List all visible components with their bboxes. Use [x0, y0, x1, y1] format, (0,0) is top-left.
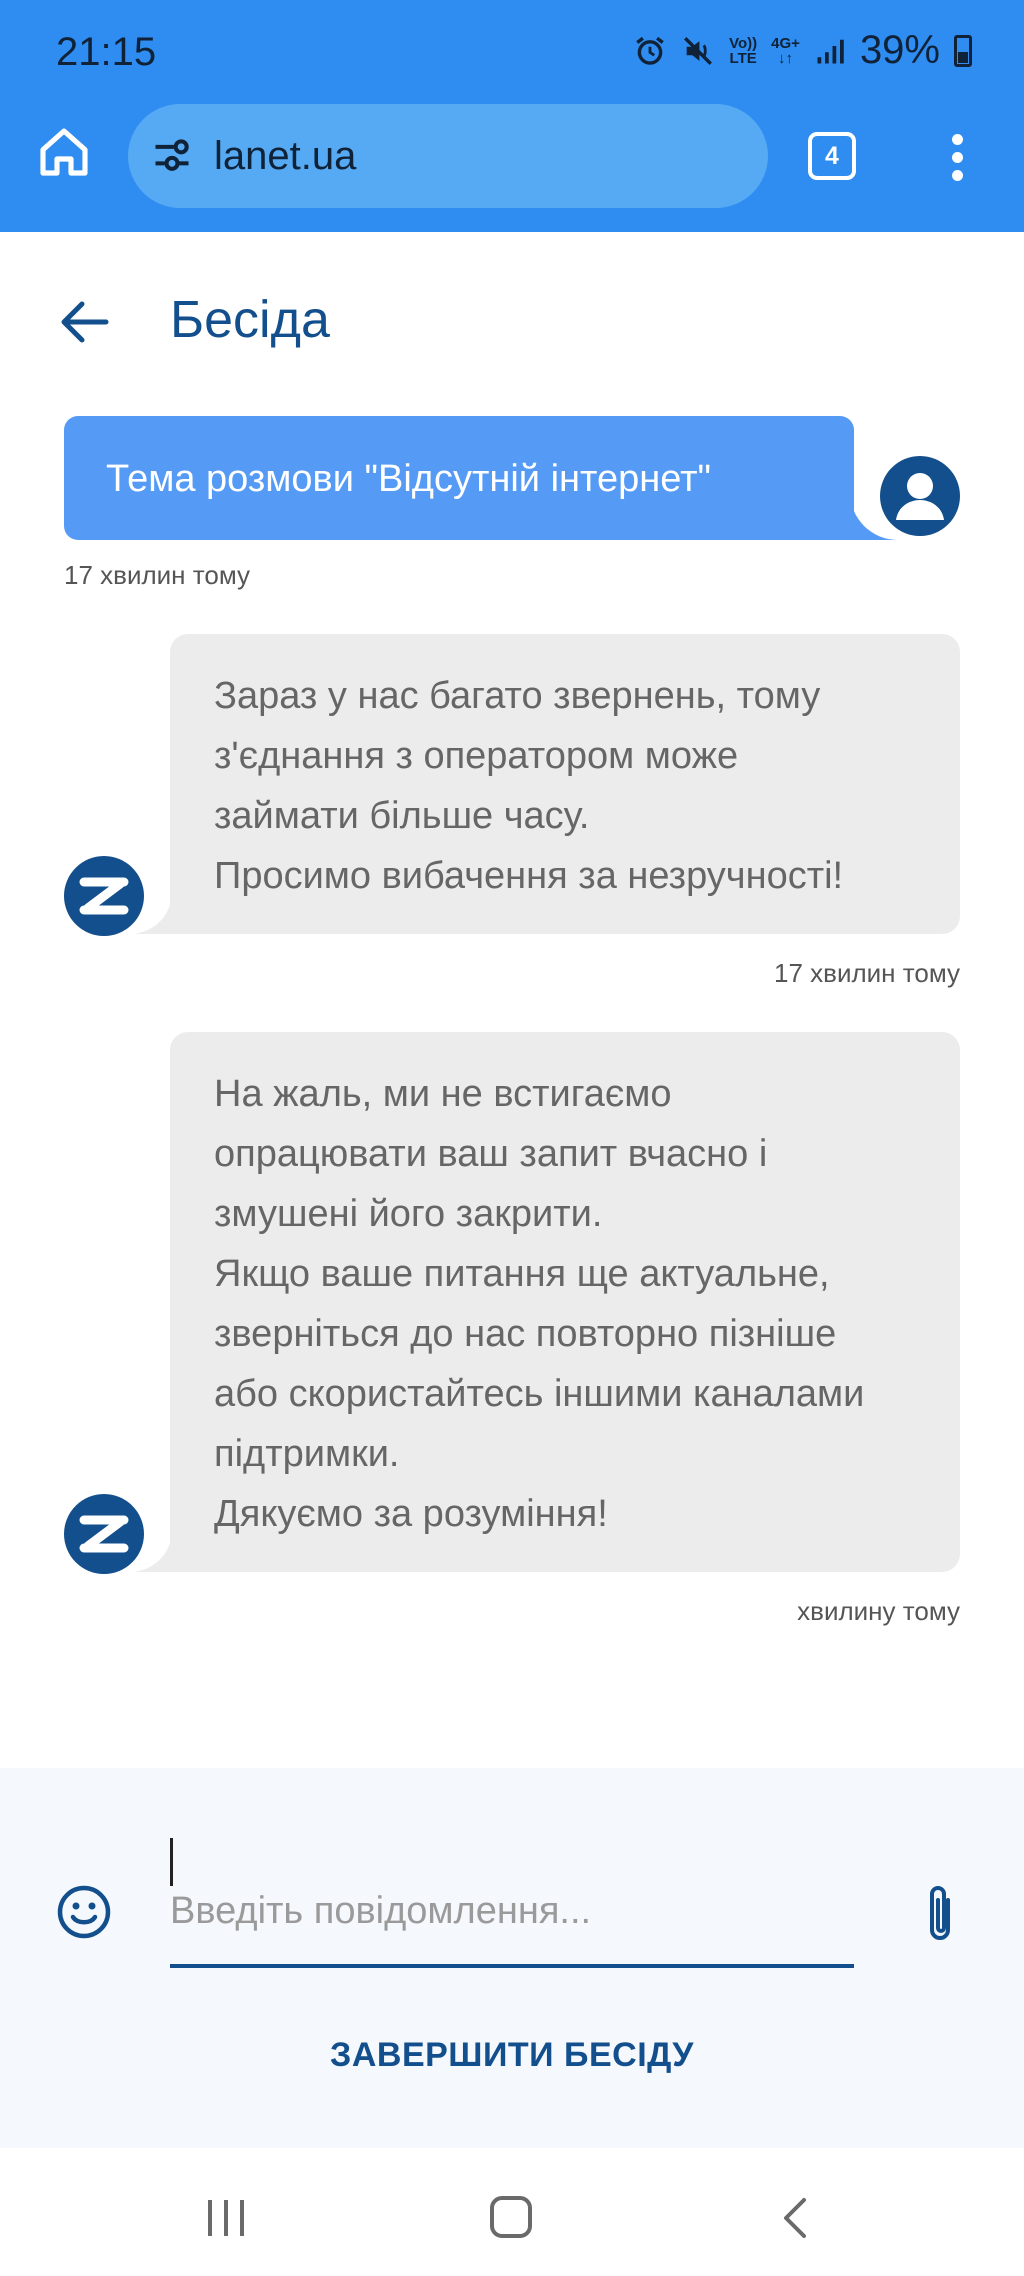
end-chat-button[interactable]: ЗАВЕРШИТИ БЕСІДУ — [0, 2036, 1024, 2075]
bot-message: На жаль, ми не встигаємо опрацювати ваш … — [170, 1032, 960, 1572]
network-type: 4G+ ↓↑ — [771, 34, 800, 67]
tabs-button[interactable]: 4 — [808, 132, 856, 180]
site-settings-icon[interactable] — [150, 134, 194, 178]
status-icons: Vo)) LTE 4G+ ↓↑ 39% — [633, 28, 972, 73]
emoji-icon[interactable] — [54, 1882, 114, 1942]
signal-icon — [817, 39, 844, 63]
url-text: lanet.ua — [214, 134, 357, 178]
operator-logo-icon — [64, 1494, 144, 1574]
arrow-left-icon[interactable] — [54, 296, 114, 348]
tab-count: 4 — [825, 141, 839, 170]
text-cursor — [170, 1838, 173, 1886]
nav-home-icon[interactable] — [490, 2196, 532, 2238]
operator-logo-icon — [64, 856, 144, 936]
page-title: Бесіда — [170, 291, 330, 349]
user-avatar-icon — [880, 456, 960, 536]
user-message: Тема розмови "Відсутній інтернет" — [64, 416, 854, 540]
status-time: 21:15 — [56, 30, 157, 74]
home-icon — [40, 128, 88, 176]
mute-icon — [684, 36, 713, 65]
more-vert-icon[interactable] — [946, 134, 970, 182]
volte-indicator: Vo)) LTE — [729, 34, 758, 67]
address-bar[interactable]: lanet.ua — [128, 104, 768, 208]
status-bar: 21:15 Vo)) LTE 4G+ ↓↑ 39% — [0, 0, 1024, 110]
message-input[interactable] — [170, 1838, 854, 1968]
battery-percent: 39% — [859, 28, 940, 72]
nav-back-icon[interactable] — [780, 2196, 810, 2240]
paperclip-icon[interactable] — [918, 1882, 962, 1946]
browser-toolbar: 21:15 Vo)) LTE 4G+ ↓↑ 39% lanet.ua 4 — [0, 0, 1024, 232]
message-text: Зараз у нас багато звернень, тому з'єдна… — [214, 675, 844, 897]
message-time: 17 хвилин тому — [774, 958, 960, 988]
message-time: хвилину тому — [797, 1596, 960, 1626]
alarm-icon — [636, 36, 664, 65]
recents-icon[interactable] — [204, 2198, 248, 2238]
message-time: 17 хвилин тому — [64, 560, 250, 590]
home-button[interactable] — [32, 120, 96, 184]
message-text: Тема розмови "Відсутній інтернет" — [106, 458, 712, 500]
bot-message: Зараз у нас багато звернень, тому з'єдна… — [170, 634, 960, 934]
battery-icon — [954, 34, 972, 67]
message-text: На жаль, ми не встигаємо опрацювати ваш … — [214, 1073, 865, 1535]
